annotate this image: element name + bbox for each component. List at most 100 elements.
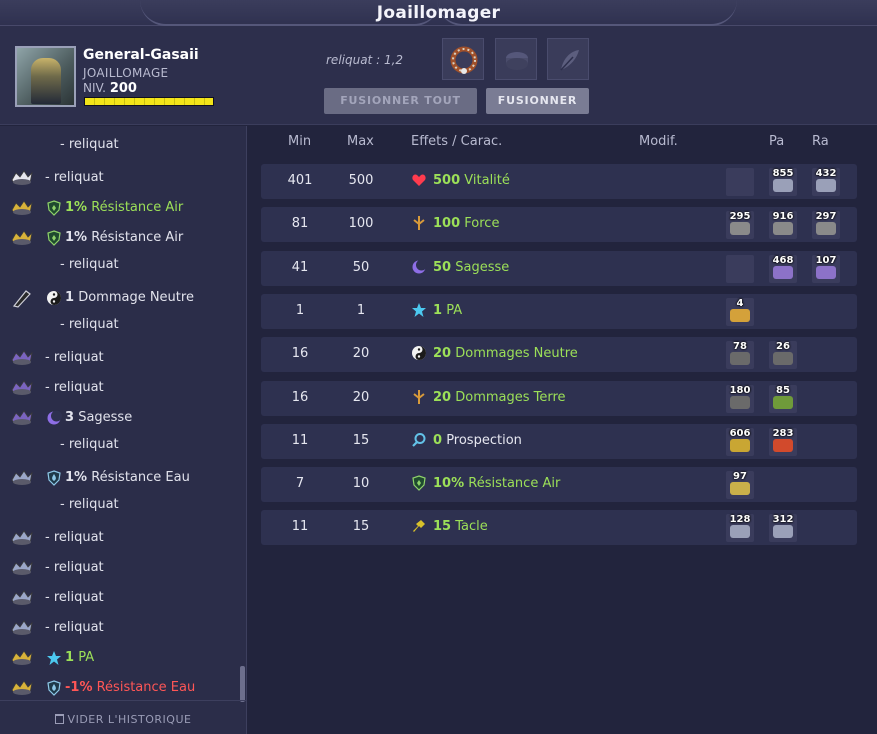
rune-icon [730,222,750,236]
rune-button[interactable]: 107 [812,254,840,283]
reliquat-value: reliquat : 1,2 [326,53,404,67]
rune-button[interactable]: 295 [726,211,754,240]
row-effect-label: Dommages Terre [455,389,566,405]
history-item-label: Résistance Air [91,230,184,245]
merge-button[interactable]: FUSIONNER [486,88,589,114]
history-item: 1 PA [0,646,240,670]
row-max: 100 [348,216,374,232]
row-effect-label: Force [464,216,500,232]
shield-air-icon [411,475,427,491]
rune-button[interactable]: 297 [812,211,840,240]
history-item: - reliquat [0,586,240,610]
earth-sprout-icon [411,389,427,405]
row-effect: 0 Prospection [433,433,522,448]
job-name: JOAILLOMAGE [83,66,169,80]
star-icon [46,650,62,666]
row-effect-label: PA [446,302,463,318]
history-item: - reliquat [0,253,240,277]
trash-icon [54,714,64,724]
item-slot[interactable] [442,38,484,80]
shield-air-icon [46,200,62,216]
rune-button[interactable]: 312 [769,514,797,543]
history-item-text: 1% Résistance Air [65,230,183,245]
rune-button[interactable]: 432 [812,168,840,196]
rune-count: 283 [772,427,794,439]
feather-icon [560,50,579,71]
row-max: 15 [352,519,370,535]
rune-button[interactable]: 468 [769,254,797,283]
effect-row: 401 500 500 Vitalité 855 432 [261,164,857,199]
smithmagic-rune-icon [506,52,528,70]
rune-button[interactable]: 97 [726,471,754,500]
rune-blue-icon [10,558,34,578]
history-item-text: - reliquat [60,257,119,272]
rune-count: 85 [776,384,790,396]
history-item: - reliquat [0,376,240,400]
history-item-text: - reliquat [45,170,104,185]
row-max: 15 [352,432,370,448]
history-item-label: - reliquat [45,590,104,605]
row-effect: 100 Force [433,216,499,231]
rune-button[interactable]: 916 [769,211,797,240]
rune-button[interactable]: 26 [769,341,797,370]
history-item-text: - reliquat [45,620,104,635]
rune-slot-empty[interactable] [726,254,754,283]
history-item: -1% Résistance Eau [0,676,240,700]
rune-icon [773,179,793,192]
history-item-value: 1% [65,470,88,485]
yin-yang-icon [46,290,62,306]
history-item-label: - reliquat [45,530,104,545]
xp-bar-fill [85,98,213,105]
history-item-value: 1% [65,200,88,215]
rune-count: 312 [772,514,794,526]
shield-water-icon [46,470,62,486]
rune-button[interactable]: 128 [726,514,754,543]
clear-history-button[interactable]: VIDER L'HISTORIQUE [0,700,246,734]
row-max: 20 [352,346,370,362]
history-item-label: Résistance Air [91,200,184,215]
history-item-text: 3 Sagesse [65,410,132,425]
rune-button[interactable]: 78 [726,341,754,370]
rune-count: 295 [729,211,751,223]
rune-slot-empty[interactable] [726,168,754,196]
rune-icon [730,525,750,539]
rune-icon [816,222,836,236]
history-item: - reliquat [0,346,240,370]
rune-count: 128 [729,514,751,526]
row-effect-value: 50 [433,259,452,275]
rune-dark-icon [10,288,34,308]
rune-gold-icon [10,648,34,668]
history-item-label: - reliquat [45,170,104,185]
history-item-text: - reliquat [45,560,104,575]
rune-button[interactable]: 855 [769,168,797,196]
row-effect-label: Prospection [446,432,522,448]
history-item: - reliquat [0,133,240,157]
history-scrollbar[interactable] [240,666,245,702]
rune-button[interactable]: 4 [726,297,754,326]
rune-icon [773,525,793,539]
history-item: - reliquat [0,526,240,550]
history-item-label: - reliquat [60,137,119,152]
history-item-label: PA [78,650,95,665]
row-effect-label: Dommages Neutre [455,346,578,362]
history-item-text: 1% Résistance Eau [65,470,190,485]
effect-row: 11 15 15 Tacle 128 312 [261,510,857,546]
rune-button[interactable]: 180 [726,384,754,413]
potion-slot[interactable] [547,38,589,80]
header-pa: Pa [769,134,785,149]
row-effect-value: 20 [433,389,452,405]
row-effect-label: Sagesse [455,259,510,275]
rune-gold-icon [10,678,34,698]
history-item-label: Résistance Eau [96,680,196,695]
rune-button[interactable]: 85 [769,384,797,413]
rune-button[interactable]: 606 [726,427,754,456]
row-effect-label: Résistance Air [468,476,561,492]
rune-icon [773,352,793,366]
rune-button[interactable]: 283 [769,427,797,456]
history-item: 1% Résistance Air [0,226,240,250]
row-max: 50 [352,259,370,275]
merge-all-button[interactable]: FUSIONNER TOUT [324,88,477,114]
row-effect: 500 Vitalité [433,173,510,188]
effect-row: 81 100 100 Force 295 916 297 [261,207,857,243]
rune-slot[interactable] [495,38,537,80]
